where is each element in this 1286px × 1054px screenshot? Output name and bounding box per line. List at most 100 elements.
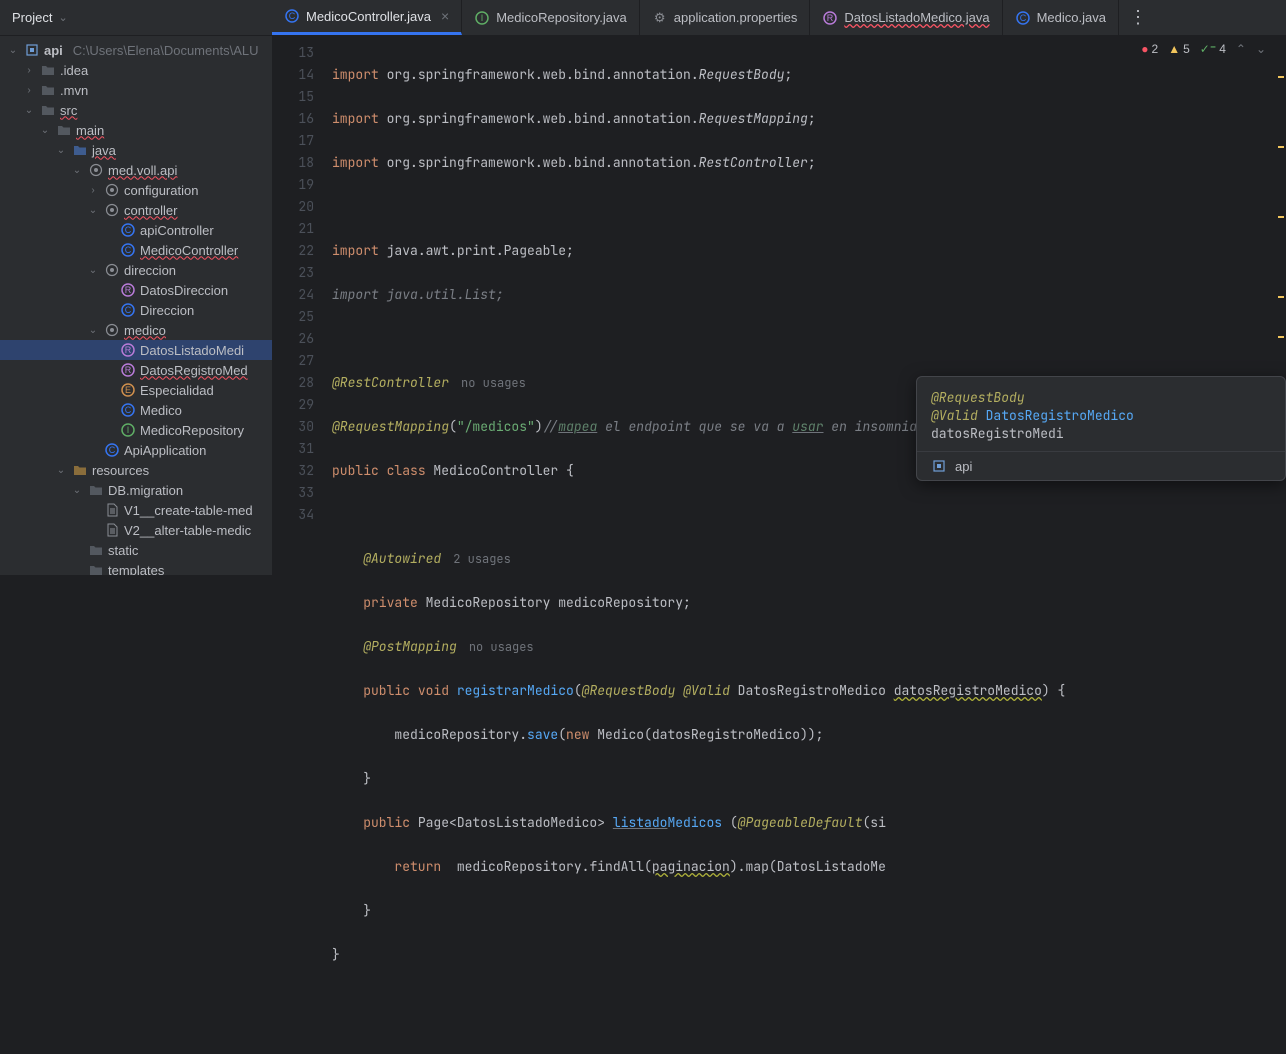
tree-item[interactable]: ›CMedico bbox=[0, 400, 272, 420]
tabs-more-icon[interactable]: ⋮ bbox=[1119, 0, 1157, 35]
warning-marker[interactable] bbox=[1278, 336, 1284, 338]
chevron-down-icon[interactable]: ⌄ bbox=[86, 205, 100, 216]
tab-medico[interactable]: C Medico.java bbox=[1003, 0, 1119, 35]
chevron-down-icon[interactable]: ⌄ bbox=[70, 165, 84, 176]
warning-marker[interactable] bbox=[1278, 146, 1284, 148]
tree-item[interactable]: ⌄resources bbox=[0, 460, 272, 480]
line-number[interactable]: 19 bbox=[272, 174, 332, 196]
tree-item[interactable]: ›RDatosListadoMedi bbox=[0, 340, 272, 360]
code-editor[interactable]: ●2 ▲5 ✓⁼4 ⌃ ⌄ 13141516171819202122232425… bbox=[272, 36, 1286, 575]
line-number[interactable]: 22 bbox=[272, 240, 332, 262]
tree-item[interactable]: ›.idea bbox=[0, 60, 272, 80]
tree-item[interactable]: ›V1__create-table-med bbox=[0, 500, 272, 520]
tree-item[interactable]: ›V2__alter-table-medic bbox=[0, 520, 272, 540]
project-tool-label[interactable]: Project ⌄ bbox=[0, 0, 272, 35]
popup-module-name: api bbox=[955, 459, 972, 474]
line-number[interactable]: 31 bbox=[272, 438, 332, 460]
line-number[interactable]: 27 bbox=[272, 350, 332, 372]
line-number[interactable]: 24 bbox=[272, 284, 332, 306]
tree-item[interactable]: ›.mvn bbox=[0, 80, 272, 100]
chevron-down-icon[interactable]: ⌄ bbox=[6, 45, 20, 56]
tree-item[interactable]: ⌄medico bbox=[0, 320, 272, 340]
chevron-right-icon[interactable]: › bbox=[22, 65, 36, 76]
module-icon bbox=[24, 42, 40, 58]
tree-item[interactable]: ›CApiApplication bbox=[0, 440, 272, 460]
tab-application-properties[interactable]: ⚙ application.properties bbox=[640, 0, 811, 35]
line-gutter[interactable]: 1314151617181920212223242526272829303132… bbox=[272, 36, 332, 575]
line-number[interactable]: 20 bbox=[272, 196, 332, 218]
chevron-down-icon[interactable]: ⌄ bbox=[38, 125, 52, 136]
chevron-down-icon[interactable]: ⌄ bbox=[70, 485, 84, 496]
tree-item[interactable]: ›configuration bbox=[0, 180, 272, 200]
tab-label: application.properties bbox=[674, 10, 798, 25]
project-tree[interactable]: ⌄apiC:\Users\Elena\Documents\ALU›.idea›.… bbox=[0, 36, 272, 575]
tree-item-label: direccion bbox=[124, 263, 176, 278]
line-number[interactable]: 13 bbox=[272, 42, 332, 64]
tree-item[interactable]: ›CapiController bbox=[0, 220, 272, 240]
line-number[interactable]: 30 bbox=[272, 416, 332, 438]
folder-icon bbox=[40, 62, 56, 78]
chevron-right-icon[interactable]: › bbox=[22, 85, 36, 96]
tree-item-label: apiController bbox=[140, 223, 214, 238]
tree-item[interactable]: ⌄java bbox=[0, 140, 272, 160]
code-area[interactable]: import org.springframework.web.bind.anno… bbox=[332, 36, 1286, 575]
warning-marker[interactable] bbox=[1278, 76, 1284, 78]
chevron-down-icon[interactable]: ⌄ bbox=[86, 265, 100, 276]
chevron-down-icon[interactable]: ⌄ bbox=[54, 465, 68, 476]
file-icon bbox=[104, 522, 120, 538]
line-number[interactable]: 29 bbox=[272, 394, 332, 416]
record-icon: R bbox=[120, 282, 136, 298]
tree-item-label: DatosDireccion bbox=[140, 283, 228, 298]
line-number[interactable]: 28 bbox=[272, 372, 332, 394]
tree-item[interactable]: ›RDatosDireccion bbox=[0, 280, 272, 300]
module-icon bbox=[931, 458, 947, 474]
close-icon[interactable]: × bbox=[441, 8, 449, 24]
tree-item-label: main bbox=[76, 123, 104, 138]
chevron-down-icon[interactable]: ⌄ bbox=[54, 145, 68, 156]
tree-item[interactable]: ›CDireccion bbox=[0, 300, 272, 320]
warning-marker[interactable] bbox=[1278, 216, 1284, 218]
line-number[interactable]: 26 bbox=[272, 328, 332, 350]
line-number[interactable]: 32 bbox=[272, 460, 332, 482]
line-number[interactable]: 17 bbox=[272, 130, 332, 152]
svg-text:R: R bbox=[125, 285, 132, 295]
tree-item[interactable]: ⌄src bbox=[0, 100, 272, 120]
chevron-down-icon[interactable]: ⌄ bbox=[22, 105, 36, 116]
tree-item[interactable]: ⌄med.voll.api bbox=[0, 160, 272, 180]
svg-text:E: E bbox=[125, 385, 131, 395]
tree-item[interactable]: ›CMedicoController bbox=[0, 240, 272, 260]
tree-item[interactable]: ⌄controller bbox=[0, 200, 272, 220]
line-number[interactable]: 16 bbox=[272, 108, 332, 130]
tree-item-label: V2__alter-table-medic bbox=[124, 523, 251, 538]
line-number[interactable]: 34 bbox=[272, 504, 332, 526]
line-number[interactable]: 33 bbox=[272, 482, 332, 504]
tree-item-path: C:\Users\Elena\Documents\ALU bbox=[73, 43, 259, 58]
tree-item[interactable]: ⌄DB.migration bbox=[0, 480, 272, 500]
tab-datos-listado[interactable]: R DatosListadoMedico.java bbox=[810, 0, 1002, 35]
tree-item[interactable]: ⌄ direccion bbox=[0, 260, 272, 280]
parameter-info-popup: @RequestBody @Valid DatosRegistroMedico … bbox=[916, 376, 1286, 481]
tree-item[interactable]: ⌄ main bbox=[0, 120, 272, 140]
line-number[interactable]: 15 bbox=[272, 86, 332, 108]
tree-item[interactable]: ›static bbox=[0, 540, 272, 560]
tab-medico-repository[interactable]: I MedicoRepository.java bbox=[462, 0, 640, 35]
line-number[interactable]: 14 bbox=[272, 64, 332, 86]
chevron-down-icon[interactable]: ⌄ bbox=[86, 325, 100, 336]
tree-item[interactable]: ›EEspecialidad bbox=[0, 380, 272, 400]
tree-item[interactable]: ›templates bbox=[0, 560, 272, 575]
warning-marker[interactable] bbox=[1278, 296, 1284, 298]
line-number[interactable]: 18 bbox=[272, 152, 332, 174]
tree-item[interactable]: ›IMedicoRepository bbox=[0, 420, 272, 440]
line-number[interactable]: 25 bbox=[272, 306, 332, 328]
line-number[interactable]: 21 bbox=[272, 218, 332, 240]
tree-item-label: MedicoRepository bbox=[140, 423, 244, 438]
tree-item[interactable]: ⌄apiC:\Users\Elena\Documents\ALU bbox=[0, 40, 272, 60]
error-stripe[interactable] bbox=[1276, 36, 1286, 575]
tree-item[interactable]: ›RDatosRegistroMed bbox=[0, 360, 272, 380]
chevron-right-icon[interactable]: › bbox=[86, 185, 100, 196]
folder-src-icon bbox=[72, 142, 88, 158]
gear-icon: ⚙ bbox=[652, 10, 668, 26]
svg-text:I: I bbox=[481, 13, 484, 23]
line-number[interactable]: 23 bbox=[272, 262, 332, 284]
tab-medico-controller[interactable]: C MedicoController.java × bbox=[272, 0, 462, 35]
